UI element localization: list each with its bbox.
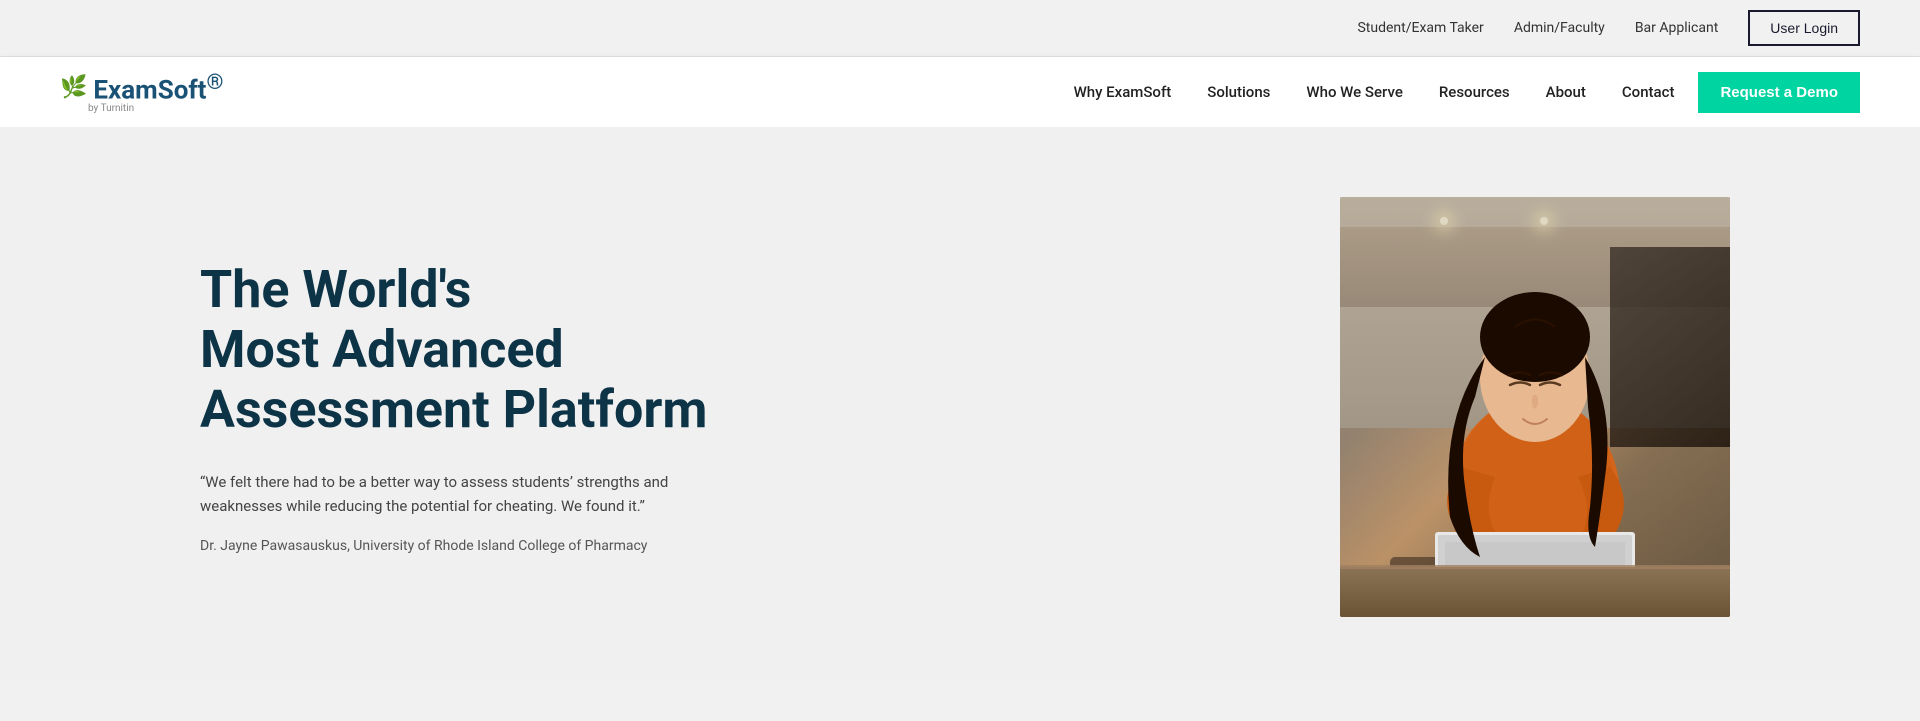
topbar-link-bar-applicant[interactable]: Bar Applicant: [1635, 20, 1718, 36]
nav-about[interactable]: About: [1546, 83, 1586, 101]
logo[interactable]: 🌿 ExamSoft® by Turnitin: [60, 70, 224, 115]
hero-attribution: Dr. Jayne Pawasauskus, University of Rho…: [200, 538, 740, 554]
topbar-link-admin[interactable]: Admin/Faculty: [1514, 20, 1605, 36]
hero-image: [1340, 197, 1740, 617]
nav-resources[interactable]: Resources: [1439, 83, 1510, 101]
request-demo-button[interactable]: Request a Demo: [1698, 72, 1860, 113]
hero-title: The World'sMost AdvancedAssessment Platf…: [200, 260, 740, 439]
hero-quote: “We felt there had to be a better way to…: [200, 470, 740, 518]
nav-links: Why ExamSoft Solutions Who We Serve Reso…: [1074, 83, 1675, 101]
nav-who-we-serve[interactable]: Who We Serve: [1306, 83, 1402, 101]
nav-solutions[interactable]: Solutions: [1207, 83, 1270, 101]
user-login-button[interactable]: User Login: [1748, 10, 1860, 46]
top-bar: Student/Exam Taker Admin/Faculty Bar App…: [0, 0, 1920, 57]
logo-subtitle: by Turnitin: [60, 103, 224, 114]
hero-section: The World'sMost AdvancedAssessment Platf…: [0, 127, 1920, 687]
logo-icon: 🌿: [60, 75, 87, 100]
main-nav: 🌿 ExamSoft® by Turnitin Why ExamSoft Sol…: [0, 57, 1920, 127]
topbar-link-student[interactable]: Student/Exam Taker: [1357, 20, 1483, 36]
hero-content: The World'sMost AdvancedAssessment Platf…: [200, 260, 820, 553]
hero-person-svg: [1340, 237, 1730, 617]
nav-why-examsoft[interactable]: Why ExamSoft: [1074, 83, 1172, 101]
nav-contact[interactable]: Contact: [1622, 83, 1675, 101]
logo-brand: ExamSoft®: [93, 70, 223, 106]
